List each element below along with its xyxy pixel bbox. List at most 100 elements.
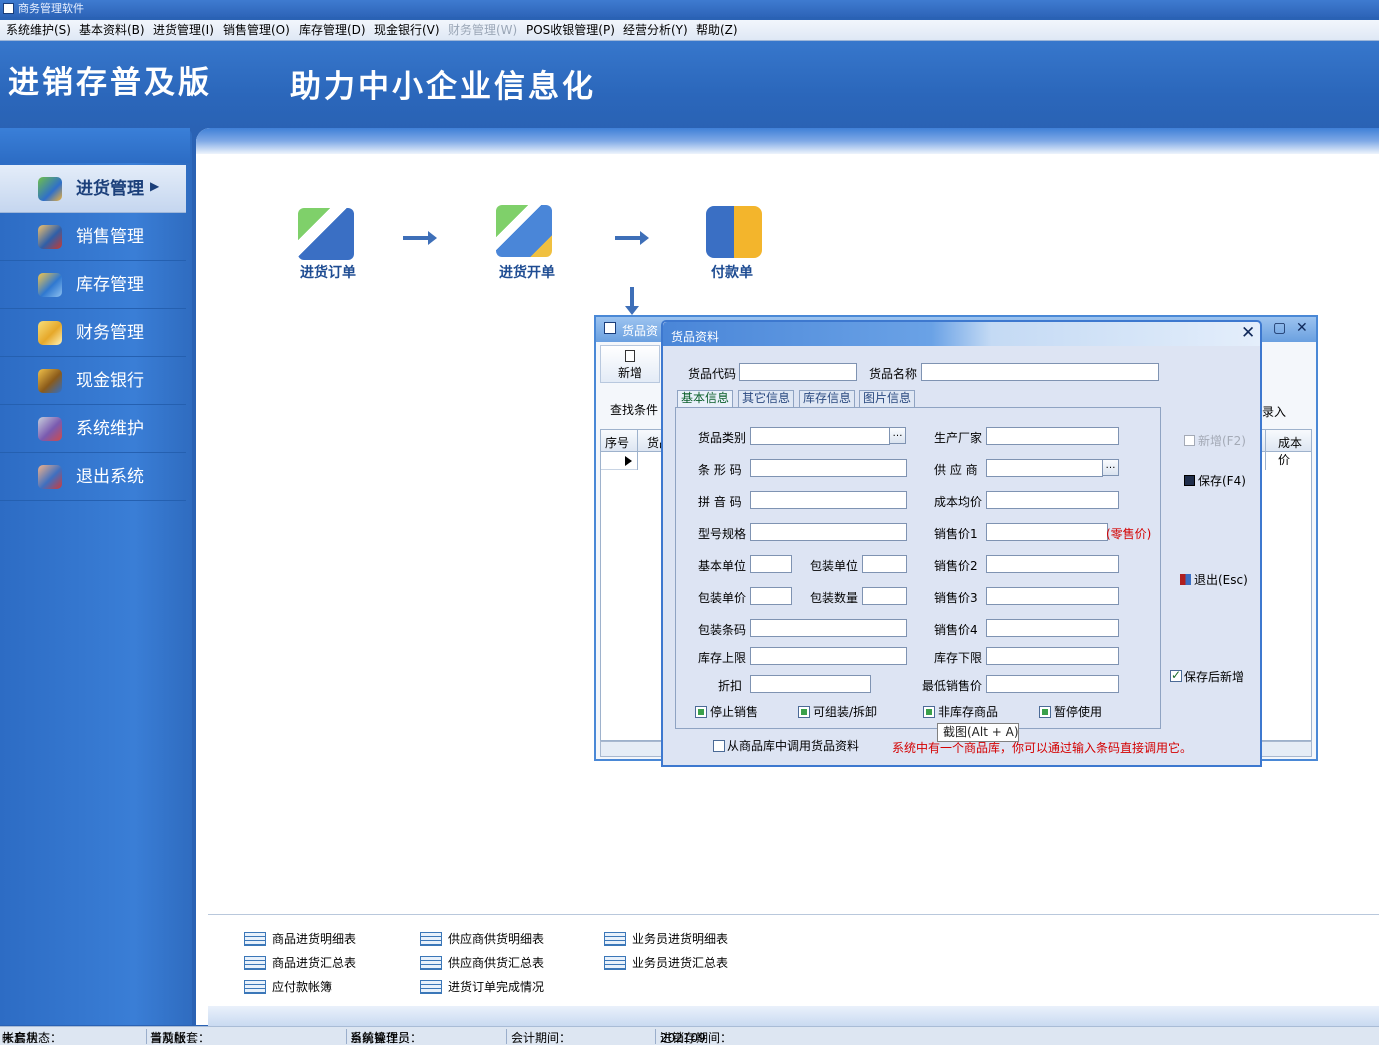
non-stock-checkbox[interactable] (923, 706, 935, 718)
menu-inventory[interactable]: 库存管理(D) (299, 23, 366, 38)
report-link[interactable]: 业务员进货汇总表 (604, 955, 728, 971)
goods-list-title: 货品资 (622, 324, 659, 338)
save-then-new-checkbox[interactable] (1170, 668, 1182, 682)
close-icon[interactable]: ✕ (1296, 320, 1308, 336)
report-table-icon (244, 980, 266, 994)
price1-label: 销售价1 (934, 527, 978, 541)
menu-help[interactable]: 帮助(Z) (696, 23, 738, 38)
report-label: 商品进货明细表 (272, 932, 357, 946)
tab-other-info[interactable]: 其它信息 (738, 390, 795, 407)
assemble-checkbox[interactable] (798, 706, 810, 718)
pack-unit-input[interactable] (862, 555, 907, 573)
pinyin-label: 拼 音 码 (698, 495, 742, 509)
exit-button[interactable]: 退出(Esc) (1180, 573, 1248, 587)
stop-sale-label: 停止销售 (710, 705, 759, 719)
avg-cost-input[interactable] (986, 491, 1119, 509)
from-library-checkbox[interactable] (713, 740, 725, 752)
pack-barcode-input[interactable] (750, 619, 907, 637)
sidebar-item-purchase[interactable]: 进货管理 ▶ (0, 165, 186, 213)
tab-image-info[interactable]: 图片信息 (859, 390, 916, 407)
price4-input[interactable] (986, 619, 1119, 637)
model-label: 型号规格 (698, 527, 747, 541)
status-divider (506, 1029, 507, 1044)
close-icon[interactable]: ✕ (1241, 324, 1255, 342)
min-price-input[interactable] (986, 675, 1119, 693)
save-then-new-label: 保存后新增 (1184, 670, 1245, 684)
status-label: 会计期间： (511, 1031, 572, 1045)
suspend-label: 暂停使用 (1054, 705, 1103, 719)
supplier-browse-button[interactable]: … (1102, 459, 1119, 476)
sidebar-item-cash-bank[interactable]: 现金银行 (0, 357, 186, 405)
base-unit-input[interactable] (750, 555, 792, 573)
search-criteria-label: 查找条件 (610, 403, 659, 417)
base-unit-label: 基本单位 (698, 559, 747, 573)
row-selector-icon[interactable] (601, 452, 637, 470)
dialog-title: 货品资料 (671, 330, 720, 344)
report-table-icon (420, 932, 442, 946)
sidebar-item-exit[interactable]: 退出系统 (0, 453, 186, 501)
tab-basic-info[interactable]: 基本信息 (677, 390, 734, 408)
min-price-label: 最低销售价 (922, 679, 983, 693)
stock-lower-input[interactable] (986, 647, 1119, 665)
category-browse-button[interactable]: … (889, 427, 906, 444)
report-link[interactable]: 业务员进货明细表 (604, 931, 728, 947)
status-bar: 帐套状态： 未启用 当前帐套： 普及版 当前操作员： 系统管理员 会计期间： 进销存期… (0, 1026, 1379, 1045)
supplier-input[interactable] (986, 459, 1103, 477)
report-label: 商品进货汇总表 (272, 956, 357, 970)
report-table-icon (604, 932, 626, 946)
goods-code-input[interactable] (739, 363, 857, 381)
report-link[interactable]: 供应商供货汇总表 (420, 955, 544, 971)
menu-basic-data[interactable]: 基本资料(B) (79, 23, 145, 38)
pinyin-input[interactable] (750, 491, 907, 509)
sidebar-item-sales[interactable]: 销售管理 (0, 213, 186, 261)
sidebar-item-finance[interactable]: 财务管理 (0, 309, 186, 357)
pack-price-input[interactable] (750, 587, 792, 605)
price1-input[interactable] (986, 523, 1108, 541)
sidebar-item-inventory[interactable]: 库存管理 (0, 261, 186, 309)
menu-sales[interactable]: 销售管理(O) (223, 23, 290, 38)
maximize-icon[interactable]: ▢ (1273, 320, 1286, 336)
menu-pos[interactable]: POS收银管理(P) (526, 23, 615, 38)
menu-cash-bank[interactable]: 现金银行(V) (374, 23, 440, 38)
category-input[interactable] (750, 427, 890, 445)
report-link[interactable]: 进货订单完成情况 (420, 979, 544, 995)
save-button[interactable]: 保存(F4) (1184, 474, 1246, 488)
tab-stock-info[interactable]: 库存信息 (799, 390, 856, 407)
save-disk-icon (1184, 475, 1195, 486)
sidebar-item-label: 财务管理 (76, 323, 144, 343)
non-stock-label: 非库存商品 (938, 705, 999, 719)
menu-finance[interactable]: 财务管理(W) (448, 23, 517, 38)
report-table-icon (244, 932, 266, 946)
price3-input[interactable] (986, 587, 1119, 605)
menu-analysis[interactable]: 经营分析(Y) (623, 23, 688, 38)
main-header-band (196, 128, 1379, 154)
menu-purchase[interactable]: 进货管理(I) (153, 23, 214, 38)
new-document-icon (1184, 435, 1195, 446)
stock-upper-input[interactable] (750, 647, 907, 665)
save-button-label: 保存(F4) (1198, 474, 1246, 488)
report-link[interactable]: 商品进货明细表 (244, 931, 356, 947)
report-link[interactable]: 应付款帐簿 (244, 979, 332, 995)
flow-label: 付款单 (711, 265, 753, 281)
menu-bar: 系统维护(S) 基本资料(B) 进货管理(I) 销售管理(O) 库存管理(D) … (0, 20, 1379, 41)
barcode-label: 条 形 码 (698, 463, 742, 477)
menu-system[interactable]: 系统维护(S) (6, 23, 71, 38)
status-value: 202109 (660, 1031, 706, 1045)
goods-new-button[interactable]: 新增 (600, 345, 660, 383)
model-input[interactable] (750, 523, 907, 541)
report-link[interactable]: 商品进货汇总表 (244, 955, 356, 971)
discount-input[interactable] (750, 675, 871, 693)
sidebar: 进货管理 ▶ 销售管理 库存管理 财务管理 现金银行 系统维护 退出系统 (0, 128, 192, 1025)
sidebar-item-system[interactable]: 系统维护 (0, 405, 186, 453)
goods-name-input[interactable] (921, 363, 1159, 381)
barcode-input[interactable] (750, 459, 907, 477)
suspend-checkbox[interactable] (1039, 706, 1051, 718)
pack-qty-input[interactable] (862, 587, 907, 605)
finance-icon (38, 321, 62, 345)
manufacturer-input[interactable] (986, 427, 1119, 445)
new-button[interactable]: 新增(F2) (1184, 434, 1246, 448)
stop-sale-checkbox[interactable] (695, 706, 707, 718)
report-link[interactable]: 供应商供货明细表 (420, 931, 544, 947)
price2-input[interactable] (986, 555, 1119, 573)
window-icon (604, 322, 616, 334)
